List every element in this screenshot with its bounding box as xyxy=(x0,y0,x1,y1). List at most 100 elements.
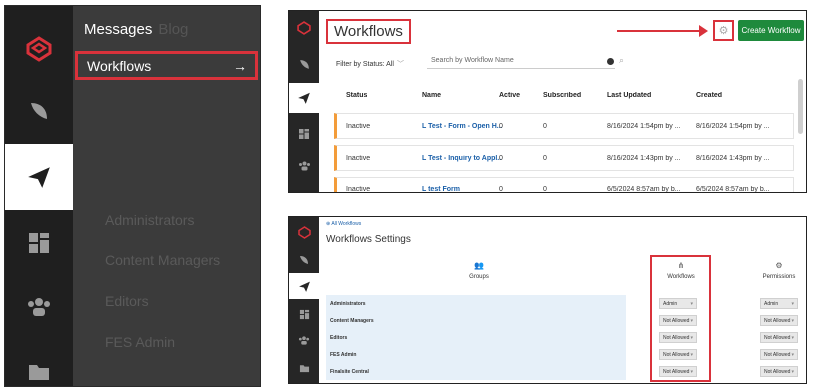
gear-icon[interactable]: ⚙ xyxy=(713,20,734,41)
workflows-column-highlight xyxy=(650,255,711,382)
permissions-select[interactable]: Not Allowed ▾ xyxy=(760,349,798,360)
icon-rail xyxy=(5,6,73,386)
settings-row: Editors Not Allowed ▾ Not Allowed ▾ xyxy=(326,329,804,346)
menu-item-administrators[interactable]: Administrators xyxy=(105,212,194,228)
menu-title-ghost: Blog xyxy=(158,21,189,38)
groups-icon[interactable] xyxy=(289,151,319,181)
logo-icon[interactable] xyxy=(289,219,319,245)
row-name-link[interactable]: L Test - Form - Open H... xyxy=(422,123,502,130)
col-created[interactable]: Created xyxy=(696,92,722,99)
table-row[interactable]: Inactive L Test - Form - Open H... 0 0 8… xyxy=(334,113,794,139)
table-header: Status Name Active Subscribed Last Updat… xyxy=(321,85,806,109)
group-label: Finalsite Central xyxy=(326,363,626,380)
search-input[interactable]: Search by Workflow Name xyxy=(427,53,615,69)
permissions-select-value: Not Allowed xyxy=(764,335,791,341)
logo-icon[interactable] xyxy=(5,16,73,82)
status-filter[interactable]: Filter by Status: All ﹀ xyxy=(336,59,404,69)
table-row[interactable]: Inactive L test Form 0 0 6/5/2024 8:57am… xyxy=(334,177,794,193)
row-status: Inactive xyxy=(346,155,371,162)
breadcrumb-label: All Workflows xyxy=(331,221,362,227)
permissions-select[interactable]: Not Allowed ▾ xyxy=(760,315,798,326)
menu-item-editors[interactable]: Editors xyxy=(105,293,149,309)
chevron-down-icon: ▾ xyxy=(791,318,794,324)
permissions-select-value: Not Allowed xyxy=(764,352,791,358)
permissions-select[interactable]: Not Allowed ▾ xyxy=(760,332,798,343)
dashboard-icon[interactable] xyxy=(289,119,319,149)
annotation-arrow xyxy=(617,30,702,32)
feather-icon[interactable] xyxy=(289,247,319,273)
menu-item-workflows[interactable]: Workflows → xyxy=(75,51,258,80)
folder-icon[interactable] xyxy=(5,338,73,386)
create-workflow-button[interactable]: Create Workflow xyxy=(738,20,804,41)
col-active[interactable]: Active xyxy=(499,92,520,99)
dashboard-icon[interactable] xyxy=(289,301,319,327)
row-active: 0 xyxy=(499,186,503,193)
settings-row: FES Admin Not Allowed ▾ Not Allowed ▾ xyxy=(326,346,804,363)
chevron-down-icon: ▾ xyxy=(791,352,794,358)
row-name-link[interactable]: L test Form xyxy=(422,186,502,192)
workflows-settings-panel: ⊕ All Workflows Workflows Settings 👥 Gro… xyxy=(288,216,807,384)
menu-title-label: Messages xyxy=(84,21,153,38)
scrollbar[interactable] xyxy=(798,79,803,134)
menu-item-content-managers[interactable]: Content Managers xyxy=(105,252,220,268)
settings-row: Content Managers Not Allowed ▾ Not Allowe… xyxy=(326,312,804,329)
send-icon[interactable] xyxy=(289,83,319,113)
permissions-select[interactable]: Admin ▾ xyxy=(760,298,798,309)
chevron-down-icon: ▾ xyxy=(791,335,794,341)
page-title: Workflows Settings xyxy=(326,234,411,245)
groups-icon: 👥 xyxy=(474,261,484,270)
group-label: Content Managers xyxy=(326,312,626,329)
row-updated: 6/5/2024 8:57am by b... xyxy=(607,186,681,193)
menu-item-fes-admin[interactable]: FES Admin xyxy=(105,334,175,350)
group-label: Administrators xyxy=(326,295,626,312)
row-created: 6/5/2024 8:57am by b... xyxy=(696,186,770,193)
row-status: Inactive xyxy=(346,123,371,130)
chevron-down-icon: ▾ xyxy=(791,369,794,375)
col-status[interactable]: Status xyxy=(346,92,367,99)
row-subscribed: 0 xyxy=(543,155,547,162)
row-created: 8/16/2024 1:54pm by ... xyxy=(696,123,770,130)
send-icon[interactable] xyxy=(5,144,73,210)
group-label: Editors xyxy=(326,329,626,346)
folder-icon[interactable] xyxy=(289,355,319,381)
chevron-down-icon: ▾ xyxy=(791,301,794,307)
annotation-arrow-head xyxy=(699,25,708,37)
col-head-groups-label: Groups xyxy=(469,274,489,280)
menu-item-workflows-label: Workflows xyxy=(87,57,152,74)
row-active: 0 xyxy=(499,155,503,162)
col-name[interactable]: Name xyxy=(422,92,441,99)
arrow-right-icon: → xyxy=(233,57,247,74)
mini-icon-rail xyxy=(289,217,319,383)
menu-title[interactable]: Messages Blog xyxy=(84,21,188,38)
permissions-select[interactable]: Not Allowed ▾ xyxy=(760,366,798,377)
feather-icon[interactable] xyxy=(5,78,73,144)
breadcrumb[interactable]: ⊕ All Workflows xyxy=(326,221,361,227)
permissions-select-value: Admin xyxy=(764,301,779,307)
col-head-permissions-label: Permissions xyxy=(762,274,796,280)
feather-icon[interactable] xyxy=(289,49,319,79)
permissions-select-value: Not Allowed xyxy=(764,318,791,324)
table-row[interactable]: Inactive L Test - Inquiry to Appl... 0 0… xyxy=(334,145,794,171)
settings-row: Administrators Admin ▾ Admin ▾ xyxy=(326,295,804,312)
col-head-permissions: ⚙ Permissions xyxy=(749,261,806,280)
dashboard-icon[interactable] xyxy=(5,210,73,276)
groups-icon[interactable] xyxy=(289,327,319,353)
logo-icon[interactable] xyxy=(289,13,319,43)
row-updated: 8/16/2024 1:54pm by ... xyxy=(607,123,681,130)
groups-icon[interactable] xyxy=(5,274,73,340)
gear-icon: ⚙ xyxy=(775,261,783,270)
row-name-link[interactable]: L Test - Inquiry to Appl... xyxy=(422,155,502,162)
col-last-updated[interactable]: Last Updated xyxy=(607,92,651,99)
row-status: Inactive xyxy=(346,186,371,193)
send-icon[interactable] xyxy=(289,273,319,299)
search-icon[interactable]: ⌕ xyxy=(619,55,624,66)
clear-dot-icon[interactable] xyxy=(607,58,614,65)
chevron-down-icon: ﹀ xyxy=(396,61,404,68)
row-created: 8/16/2024 1:43pm by ... xyxy=(696,155,770,162)
col-head-groups: 👥 Groups xyxy=(449,261,509,280)
nav-menu-panel: Messages Blog Workflows → Administrators … xyxy=(4,5,261,387)
permissions-select-value: Not Allowed xyxy=(764,369,791,375)
col-subscribed[interactable]: Subscribed xyxy=(543,92,581,99)
page-title: Workflows xyxy=(326,19,411,44)
row-subscribed: 0 xyxy=(543,186,547,193)
